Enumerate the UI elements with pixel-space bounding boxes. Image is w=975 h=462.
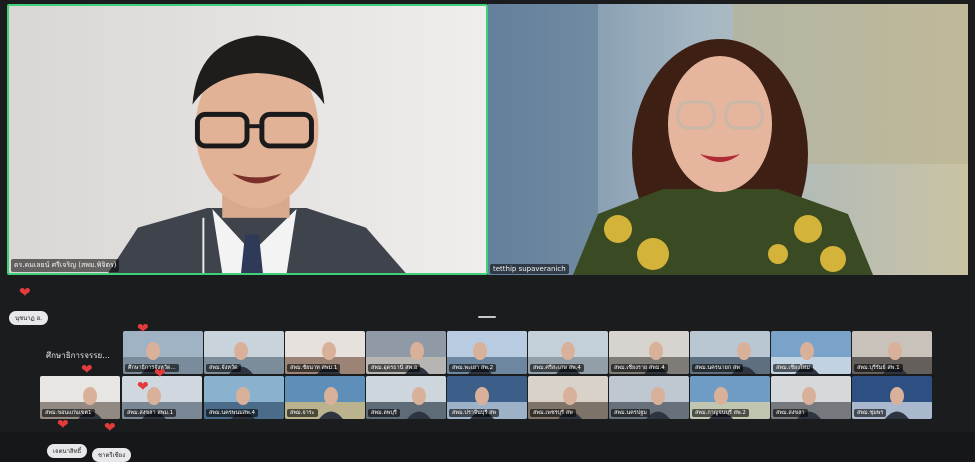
- bottom-bar: [0, 432, 975, 462]
- participant-tile[interactable]: สพม.นครพนมสพ.4: [204, 376, 284, 419]
- participant-tile[interactable]: สพม.เชียงราย สพม.4: [609, 331, 689, 374]
- participant-name-label: สพม.ขอนแก่นเขต1: [42, 409, 95, 417]
- meeting-stage: ดร.คมเลยน์ ศรีเจริญ (สพม.พิจิตร) tetthip…: [0, 0, 975, 462]
- participant-name-tag: tetthip supaveranich: [490, 264, 569, 274]
- participant-tile[interactable]: สพม.ปราจีนบุรี สพ: [447, 376, 527, 419]
- participant-name-label: สพม.ศรีสะเกษ สพ.4: [530, 364, 584, 372]
- participant-tile[interactable]: สพม.เพชรบุรี สพ: [528, 376, 608, 419]
- reaction-name-chip: นุชนาฏ อ.: [9, 311, 49, 325]
- participant-tile[interactable]: สพม.สงขลา สพม.1: [122, 376, 202, 419]
- participant-name-label: สพม.นครนายก สพ: [692, 364, 743, 372]
- heart-reaction-icon: ❤: [81, 362, 93, 378]
- participant-name-label: สพม.จาระ: [287, 409, 318, 417]
- participant-tile[interactable]: สพม.เชียงใหม่: [771, 331, 851, 374]
- participant-name-label: สพม.เชียงราย สพม.4: [611, 364, 668, 372]
- heart-reaction-icon: ❤: [57, 417, 69, 433]
- participant-name-label: สพม.บุรีรัมย์ สพ.1: [854, 364, 903, 372]
- speaker-video-frame: [9, 6, 486, 273]
- reaction-name-chip: เจตนาสิทธิ์: [47, 444, 88, 458]
- participant-name-label: สพม.นครพนมสพ.4: [206, 409, 258, 417]
- participant-name-label: สพม.เพชรบุรี สพ: [530, 409, 576, 417]
- heart-reaction-icon: ❤: [137, 321, 149, 337]
- active-speaker-video[interactable]: ดร.คมเลยน์ ศรีเจริญ (สพม.พิจิตร): [7, 4, 488, 275]
- participant-tile[interactable]: สพม.พะเยา สพ.2: [447, 331, 527, 374]
- participant-name-label: สพม.อุดรธานี สพ.อ: [368, 364, 421, 372]
- participant-tile[interactable]: สพม.นครนายก สพ: [690, 331, 770, 374]
- participant-name-label: สพม.นครปฐม: [611, 409, 650, 417]
- heart-reaction-icon: ❤: [137, 379, 149, 395]
- reaction-name-chip: ชาตรีเชียง: [92, 448, 132, 462]
- participant-name-label: สพม.เชียงใหม่: [773, 364, 813, 372]
- participant-name-label: สพม.ปราจีนบุรี สพ: [449, 409, 500, 417]
- participant-tile[interactable]: สพม.จังหวัด: [204, 331, 284, 374]
- participant-name-label: สพม.พะเยา สพ.2: [449, 364, 497, 372]
- participant-tile[interactable]: สพม.สงขลา: [771, 376, 851, 419]
- participant-tile[interactable]: สพม.บุรีรัมย์ สพ.1: [852, 331, 932, 374]
- participant-name-label: สพม.สงขลา สพม.1: [124, 409, 177, 417]
- heart-reaction-icon: ❤: [154, 366, 166, 382]
- participant-tile[interactable]: สพม.ศรีสะเกษ สพ.4: [528, 331, 608, 374]
- participant-tile[interactable]: สพม.ขอนแก่นเขต1: [40, 376, 120, 419]
- participant-name-label: สพม.จังหวัด: [206, 364, 241, 372]
- participant-name-label: สพม.ชัยนาท สพม.1: [287, 364, 341, 372]
- gallery-strip-label: ศึกษาธิการจรรย...: [46, 351, 110, 360]
- heart-reaction-icon: ❤: [19, 285, 31, 301]
- participant-video-main[interactable]: tetthip supaveranich: [488, 4, 968, 275]
- participant-tile[interactable]: สพม.กาญจนบุรี สพ.2: [690, 376, 770, 419]
- participant-name-label: สพม.กาญจนบุรี สพ.2: [692, 409, 749, 417]
- drag-handle[interactable]: [478, 316, 496, 318]
- participant-name-label: สพม.สงขลา: [773, 409, 808, 417]
- participant-tile[interactable]: สพม.อุดรธานี สพ.อ: [366, 331, 446, 374]
- participant-video-frame: [488, 4, 968, 275]
- participant-tile[interactable]: สพม.ชัยนาท สพม.1: [285, 331, 365, 374]
- participant-tile[interactable]: สพม.นครปฐม: [609, 376, 689, 419]
- participant-name-label: สพม.ชุมพร: [854, 409, 887, 417]
- participant-tile[interactable]: สพม.ลพบุรี: [366, 376, 446, 419]
- participant-tile[interactable]: สพม.ชุมพร: [852, 376, 932, 419]
- speaker-name-tag: ดร.คมเลยน์ ศรีเจริญ (สพม.พิจิตร): [11, 259, 120, 272]
- participant-name-label: ศึกษาธิการจังหวัด...: [125, 364, 179, 372]
- participant-name-label: สพม.ลพบุรี: [368, 409, 400, 417]
- participant-tile[interactable]: สพม.จาระ: [285, 376, 365, 419]
